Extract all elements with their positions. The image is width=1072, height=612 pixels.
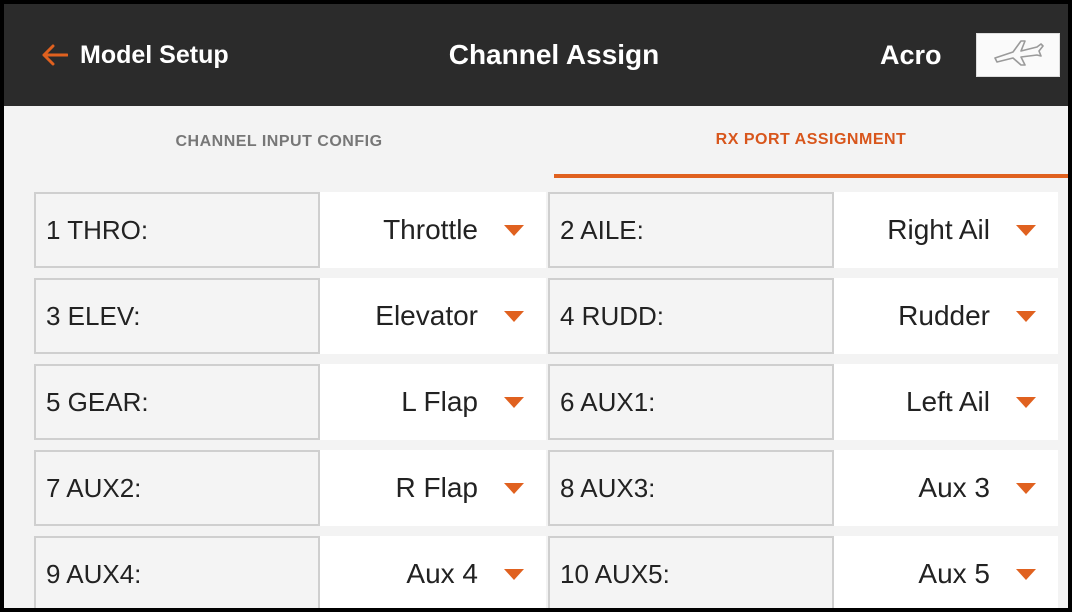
channel-row: 7 AUX2: R Flap 8 AUX3: Aux 3 [34,450,1058,526]
dropdown-value: Rudder [898,300,990,331]
channel-row: 5 GEAR: L Flap 6 AUX1: Left Ail [34,364,1058,440]
channel-dropdown[interactable]: Aux 5 [834,536,1058,608]
caret-down-icon [1016,396,1036,408]
port-label: 7 AUX2: [34,450,320,526]
caret-down-icon [504,224,524,236]
channel-dropdown[interactable]: L Flap [320,364,546,440]
channel-dropdown[interactable]: Aux 4 [320,536,546,608]
channel-row: 1 THRO: Throttle 2 AILE: Right Ail [34,192,1058,268]
port-label: 9 AUX4: [34,536,320,608]
channel-dropdown[interactable]: Aux 3 [834,450,1058,526]
port-label: 6 AUX1: [548,364,834,440]
caret-down-icon [1016,224,1036,236]
back-label: Model Setup [80,40,229,69]
channel-cell: 3 ELEV: Elevator [34,278,546,354]
channel-dropdown[interactable]: Elevator [320,278,546,354]
channel-cell: 4 RUDD: Rudder [548,278,1058,354]
caret-down-icon [504,310,524,322]
channel-dropdown[interactable]: R Flap [320,450,546,526]
channel-cell: 5 GEAR: L Flap [34,364,546,440]
port-label: 8 AUX3: [548,450,834,526]
channel-dropdown[interactable]: Right Ail [834,192,1058,268]
port-label: 1 THRO: [34,192,320,268]
channel-cell: 8 AUX3: Aux 3 [548,450,1058,526]
page-title: Channel Assign [448,39,660,70]
arrow-left-icon [42,44,68,66]
airplane-icon [991,38,1045,73]
channel-cell: 9 AUX4: Aux 4 [34,536,546,608]
caret-down-icon [504,396,524,408]
port-label: 10 AUX5: [548,536,834,608]
channel-cell: 1 THRO: Throttle [34,192,546,268]
screen: Model Setup Channel Assign Acro CHANNEL … [4,4,1068,608]
port-label: 4 RUDD: [548,278,834,354]
channel-dropdown[interactable]: Left Ail [834,364,1058,440]
channel-dropdown[interactable]: Rudder [834,278,1058,354]
channel-cell: 6 AUX1: Left Ail [548,364,1058,440]
model-image-button[interactable] [976,33,1060,77]
tab-rx-port-assignment[interactable]: RX PORT ASSIGNMENT [554,106,1068,178]
dropdown-value: R Flap [395,472,478,503]
channel-row: 9 AUX4: Aux 4 10 AUX5: Aux 5 [34,536,1058,608]
port-label: 3 ELEV: [34,278,320,354]
model-type-label: Acro [880,40,942,70]
port-label: 2 AILE: [548,192,834,268]
dropdown-value: Aux 5 [918,558,990,589]
channel-dropdown[interactable]: Throttle [320,192,546,268]
channel-grid: 1 THRO: Throttle 2 AILE: Right Ail 3 ELE… [34,192,1058,608]
caret-down-icon [504,482,524,494]
dropdown-value: Elevator [375,300,478,331]
channel-cell: 2 AILE: Right Ail [548,192,1058,268]
dropdown-value: L Flap [401,386,478,417]
channel-cell: 10 AUX5: Aux 5 [548,536,1058,608]
caret-down-icon [1016,310,1036,322]
top-bar: Model Setup Channel Assign Acro [4,4,1068,106]
dropdown-value: Aux 3 [918,472,990,503]
dropdown-value: Right Ail [887,214,990,245]
caret-down-icon [1016,568,1036,580]
back-button[interactable]: Model Setup [42,35,229,75]
caret-down-icon [504,568,524,580]
tab-channel-input-config[interactable]: CHANNEL INPUT CONFIG [4,106,554,178]
port-label: 5 GEAR: [34,364,320,440]
dropdown-value: Throttle [383,214,478,245]
caret-down-icon [1016,482,1036,494]
channel-cell: 7 AUX2: R Flap [34,450,546,526]
channel-row: 3 ELEV: Elevator 4 RUDD: Rudder [34,278,1058,354]
dropdown-value: Aux 4 [406,558,478,589]
tab-bar: CHANNEL INPUT CONFIG RX PORT ASSIGNMENT [4,106,1068,178]
dropdown-value: Left Ail [905,386,990,417]
